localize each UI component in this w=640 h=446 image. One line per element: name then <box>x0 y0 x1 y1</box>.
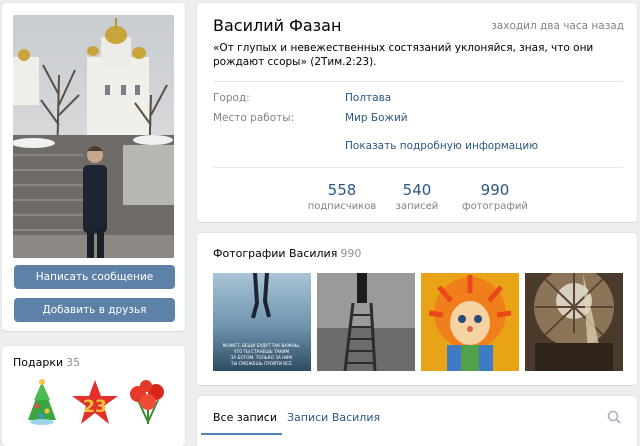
profile-info: Василий Фазан заходил два часа назад «От… <box>197 3 637 222</box>
photo-thumbnail[interactable] <box>317 273 415 371</box>
tab-user-posts[interactable]: Записи Василия <box>287 411 380 424</box>
counter-label: записей <box>395 201 439 212</box>
gifts-title: Подарки <box>13 356 64 369</box>
last-seen: заходил два часа назад <box>491 20 624 32</box>
city-link[interactable]: Полтава <box>345 92 391 104</box>
profile-sidebar: Написать сообщение Добавить в друзья <box>2 3 185 331</box>
profile-status: «От глупых и невежественных состязаний у… <box>213 42 594 68</box>
flowers-gift-icon[interactable] <box>126 378 170 428</box>
gifts-header[interactable]: Подарки 35 <box>13 356 80 369</box>
photo-thumbnail[interactable] <box>421 273 519 371</box>
divider <box>213 81 623 82</box>
gifts-block[interactable]: Подарки 35 23 <box>2 346 185 446</box>
gifts-count: 35 <box>66 356 81 369</box>
tree-gift-icon[interactable] <box>20 378 64 428</box>
star-gift-icon[interactable]: 23 <box>70 378 118 428</box>
city-label: Город: <box>213 92 250 104</box>
counter-number: 540 <box>402 181 432 199</box>
wall-tabs: Все записи Записи Василия <box>197 396 637 446</box>
active-tab-indicator <box>201 433 282 435</box>
send-message-button[interactable]: Написать сообщение <box>14 265 175 289</box>
work-label: Место работы: <box>213 112 295 124</box>
work-link[interactable]: Мир Божий <box>345 112 408 124</box>
show-details-link[interactable]: Показать подробную информацию <box>345 140 538 152</box>
followers-counter[interactable]: 558 подписчиков <box>306 181 378 212</box>
svg-text:23: 23 <box>83 397 107 417</box>
divider <box>213 167 623 168</box>
search-icon[interactable] <box>607 410 621 424</box>
posts-counter[interactable]: 540 записей <box>387 181 447 212</box>
counter-label: фотографий <box>462 201 528 212</box>
avatar[interactable] <box>13 15 174 258</box>
photo-thumbnail[interactable] <box>525 273 623 371</box>
counter-number: 990 <box>480 181 510 199</box>
profile-name: Василий Фазан <box>213 16 342 35</box>
photos-header[interactable]: Фотографии Василия 990 <box>213 247 361 260</box>
counter-number: 558 <box>327 181 357 199</box>
photo-thumbnail[interactable]: МОЖЕТ, ВЕЩИ БУДУТ ТАК ВАЖНЫ, ЧТО ТЫ СТАН… <box>213 273 311 371</box>
photos-count: 990 <box>340 247 362 260</box>
photos-block: Фотографии Василия 990 МОЖЕТ, ВЕЩИ БУДУТ … <box>197 233 637 385</box>
add-friend-button[interactable]: Добавить в друзья <box>14 298 175 322</box>
svg-text:МОЖЕТ, ВЕЩИ БУДУТ ТАК ВАЖНЫ,: МОЖЕТ, ВЕЩИ БУДУТ ТАК ВАЖНЫ, ЧТО ТЫ СТАН… <box>223 343 301 366</box>
photos-title: Фотографии Василия <box>213 247 338 260</box>
photos-counter[interactable]: 990 фотографий <box>456 181 534 212</box>
tab-all-posts[interactable]: Все записи <box>213 411 277 424</box>
counter-label: подписчиков <box>307 201 377 212</box>
